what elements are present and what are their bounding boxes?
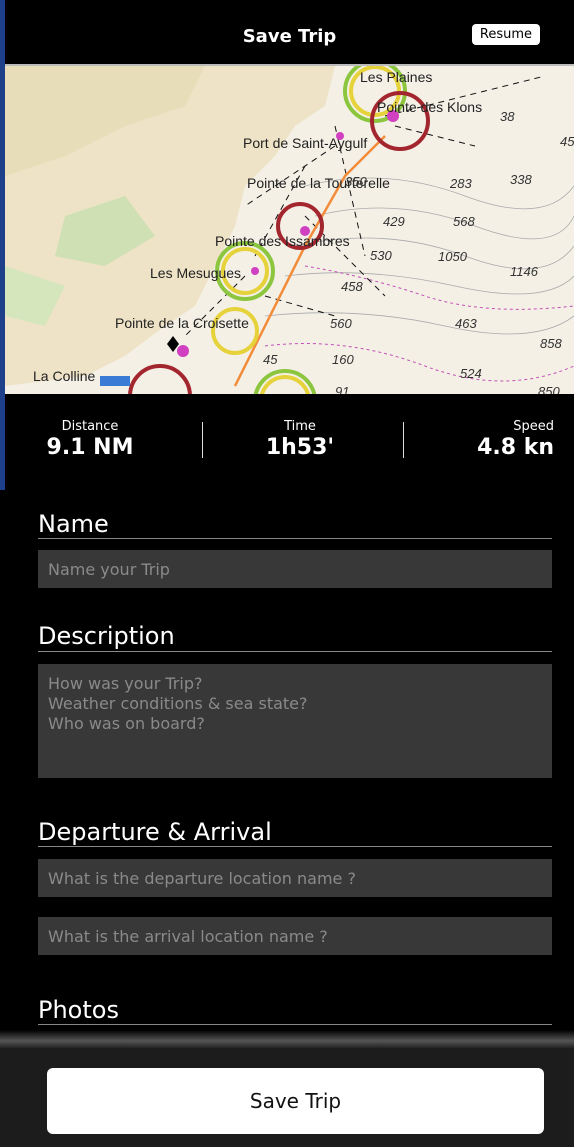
stat-divider [202,422,203,458]
depth-label: 560 [330,316,352,331]
depth-label: 38 [500,109,515,124]
map-label: Port de Saint-Aygulf [243,135,367,151]
speed-stat: Speed 4.8 kn [444,419,554,460]
speed-value: 4.8 kn [477,435,554,460]
depth-label: 524 [460,366,482,381]
depth-label: 530 [370,248,392,263]
nautical-chart: Les Plaines Pointe des Klons Port de Sai… [5,66,574,396]
header-bar: Save Trip Resume [5,0,574,64]
section-rule [38,651,552,652]
trip-name-input[interactable] [38,550,552,588]
depth-label: 283 [449,176,472,191]
map-label: Pointe des Klons [377,99,482,115]
depth-label: 45 [560,134,574,149]
section-rule [38,1024,552,1025]
speed-label: Speed [513,419,554,434]
trip-map[interactable]: Les Plaines Pointe des Klons Port de Sai… [5,64,574,396]
depth-label: 338 [510,172,532,187]
map-label: Les Mesugues [150,265,241,281]
map-label: Pointe de la Croisette [115,315,249,331]
distance-value: 9.1 NM [46,435,134,460]
trip-description-input[interactable] [38,664,552,778]
time-label: Time [284,419,316,434]
section-rule [38,846,552,847]
scroll-fade [0,1030,574,1048]
depth-label: 463 [455,316,477,331]
arrival-location-input[interactable] [38,917,552,955]
map-label: Pointe des Issambres [215,233,350,249]
departure-arrival-section-title: Departure & Arrival [38,818,272,846]
depth-label: 160 [332,352,354,367]
save-trip-button[interactable]: Save Trip [47,1068,544,1134]
depth-label: 1146 [510,264,539,279]
depth-contours [264,177,574,335]
photos-section-title: Photos [38,996,119,1024]
map-label: Les Plaines [360,69,432,85]
section-rule [38,538,552,539]
depth-label: 1050 [438,249,468,264]
map-label: Pointe de la Tourterelle [247,175,390,191]
name-section-title: Name [38,510,109,538]
trip-stats: Distance 9.1 NM Time 1h53' Speed 4.8 kn [5,394,574,490]
time-value: 1h53' [265,435,335,460]
harbour-icon [100,376,130,386]
depth-label: 429 [383,214,405,229]
description-section-title: Description [38,622,175,650]
resume-button[interactable]: Resume [471,24,540,45]
stat-divider [403,422,404,458]
depth-label: 458 [341,279,363,294]
map-label: La Colline [33,368,95,384]
depth-label: 350 [345,174,367,189]
distance-stat: Distance 9.1 NM [35,419,145,460]
time-stat: Time 1h53' [245,419,355,460]
depth-label: 858 [540,336,562,351]
departure-location-input[interactable] [38,859,552,897]
restricted-zone-lines [264,265,574,382]
bottom-bar: Save Trip [0,1048,574,1147]
depth-label: 45 [263,352,278,367]
distance-label: Distance [61,419,119,434]
depth-label: 568 [453,214,475,229]
